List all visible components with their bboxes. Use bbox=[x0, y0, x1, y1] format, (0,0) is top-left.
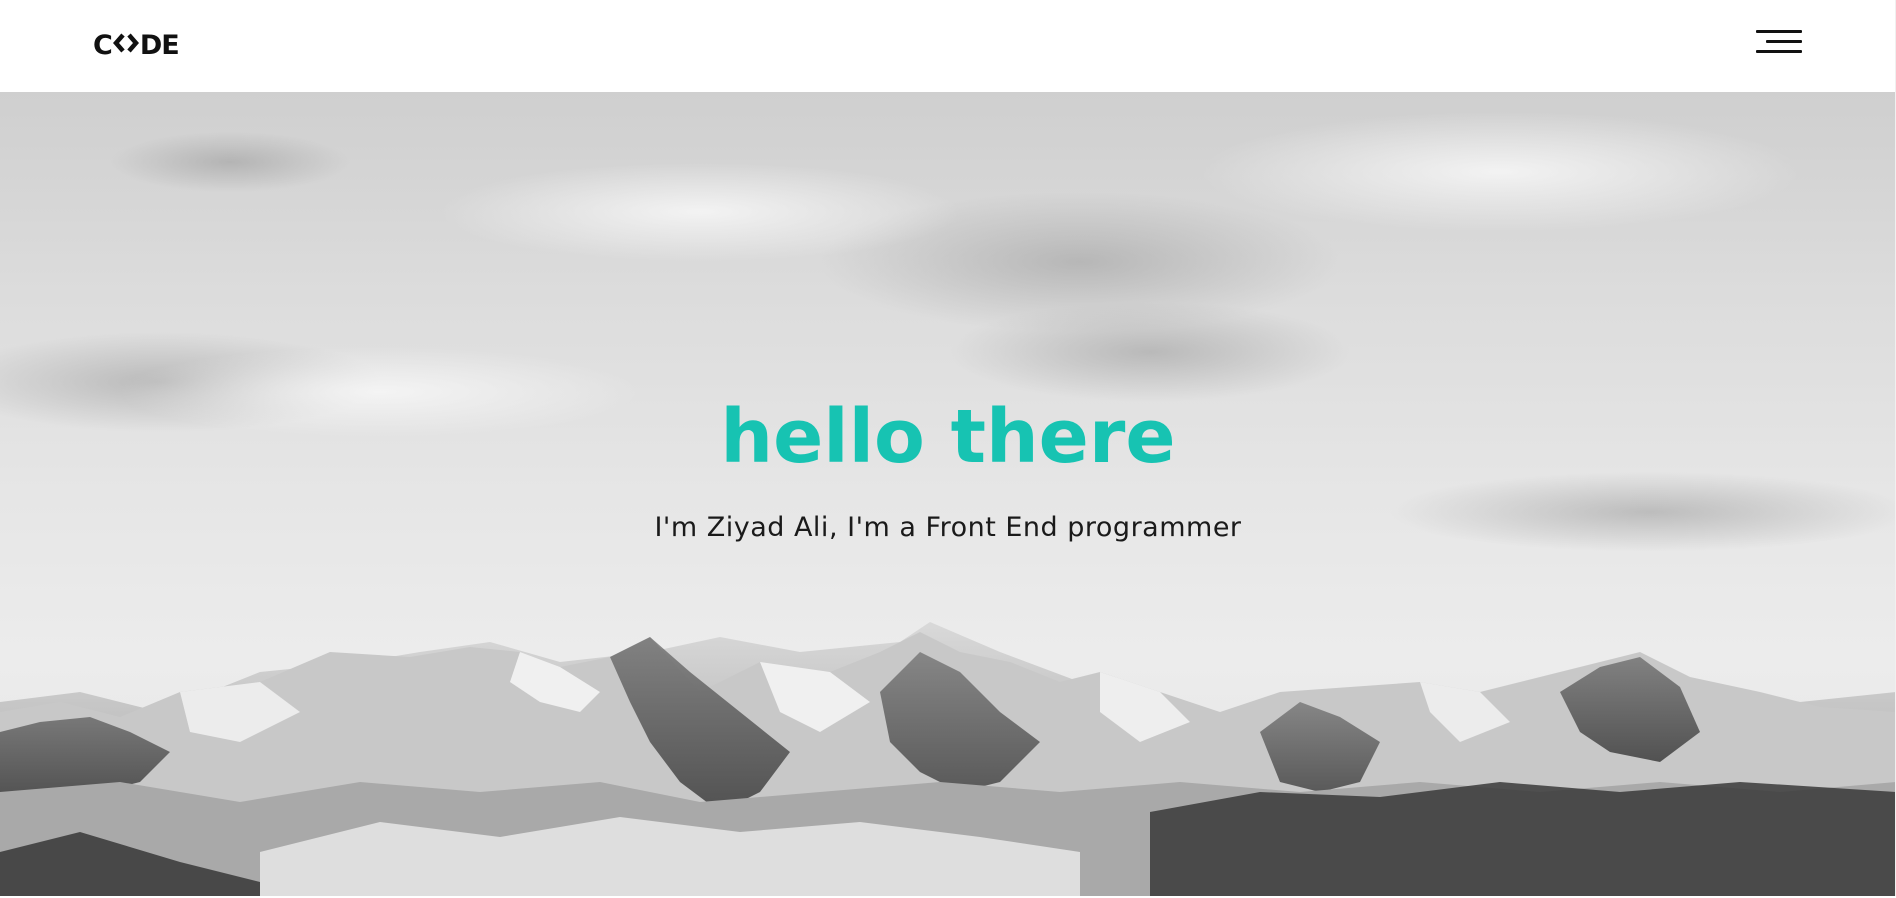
menu-bar-middle bbox=[1766, 40, 1802, 43]
hamburger-menu-icon[interactable] bbox=[1756, 28, 1802, 56]
hero-section: hello there I'm Ziyad Ali, I'm a Front E… bbox=[0, 92, 1896, 898]
code-chevrons-icon bbox=[112, 30, 139, 61]
menu-bar-top bbox=[1756, 30, 1802, 33]
hero-content: hello there I'm Ziyad Ali, I'm a Front E… bbox=[0, 392, 1896, 546]
page: C DE hello there I'm Ziyad Ali, I'm a Fr… bbox=[0, 0, 1896, 898]
logo-text-start: C bbox=[93, 29, 113, 61]
hero-title: hello there bbox=[720, 394, 1176, 480]
logo-text-end: DE bbox=[139, 29, 180, 61]
site-header: C DE bbox=[0, 0, 1896, 92]
logo-link[interactable]: C DE bbox=[93, 29, 180, 61]
menu-bar-bottom bbox=[1756, 50, 1802, 53]
hero-subtitle: I'm Ziyad Ali, I'm a Front End programme… bbox=[654, 512, 1242, 543]
